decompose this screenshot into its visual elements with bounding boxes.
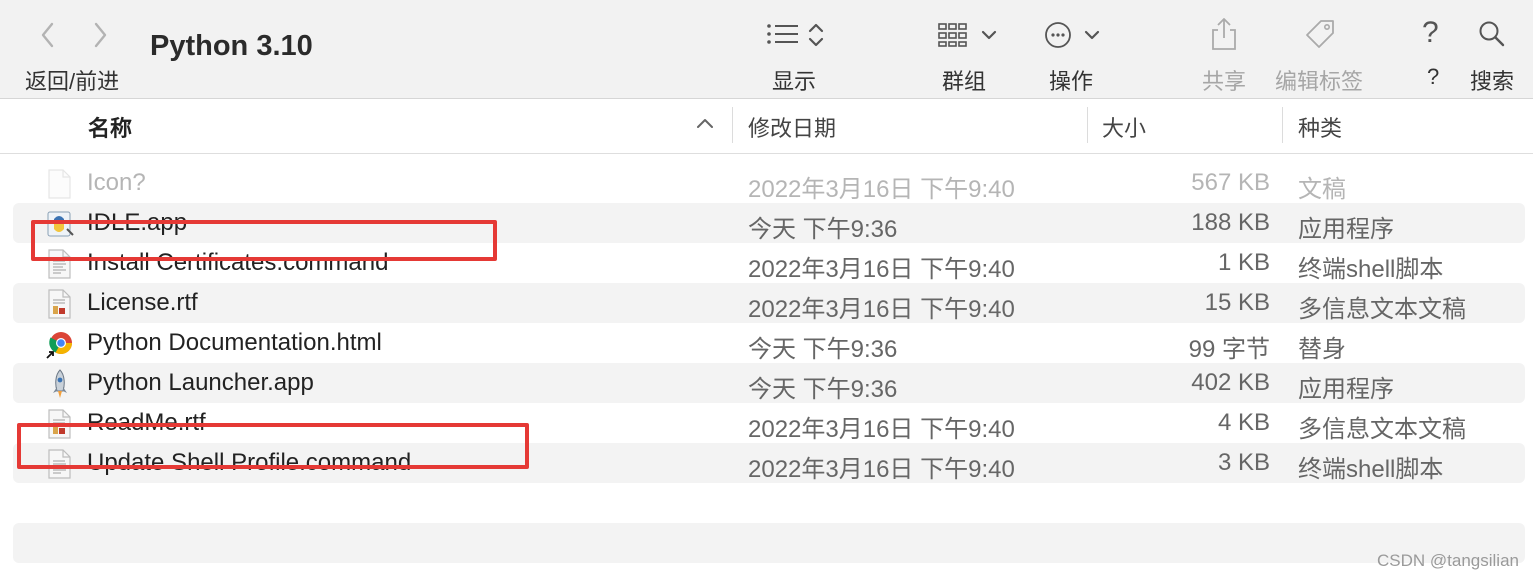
file-size: 402 KB [1191, 369, 1270, 396]
file-row[interactable]: IDLE.app 今天 下午9:36 188 KB 应用程序 [13, 203, 1525, 243]
search-label: 搜索 [1470, 69, 1515, 94]
file-name: IDLE.app [87, 209, 188, 236]
edit-tags-button[interactable]: 编辑标签 [1275, 0, 1370, 98]
sort-ascending-icon[interactable] [696, 116, 714, 135]
chevron-left-icon[interactable] [38, 20, 58, 50]
file-date: 2022年3月16日 下午9:40 [748, 416, 1015, 443]
window-title: Python 3.10 [150, 30, 313, 62]
search-button[interactable]: 搜索 [1468, 0, 1518, 98]
edit-tags-label: 编辑标签 [1275, 69, 1364, 94]
file-row[interactable]: Install Certificates.command 2022年3月16日 下… [13, 243, 1525, 283]
empty-row [13, 523, 1525, 563]
file-size: 4 KB [1217, 409, 1270, 436]
column-header: 名称 修改日期 大小 种类 [0, 99, 1533, 154]
file-date: 今天 下午9:36 [748, 336, 898, 363]
help-icon: ? [1422, 16, 1439, 49]
blank-document-icon [45, 169, 73, 199]
file-kind: 终端shell脚本 [1298, 256, 1444, 283]
idle-app-icon [45, 209, 74, 239]
file-size: 567 KB [1191, 169, 1270, 196]
group-button[interactable]: 群组 [935, 0, 1005, 98]
more-actions-icon [1043, 18, 1107, 57]
back-forward-label: 返回/前进 [25, 69, 120, 94]
chrome-alias-icon [45, 329, 73, 359]
watermark: CSDN @tangsilian [1377, 551, 1519, 570]
file-kind: 多信息文本文稿 [1298, 296, 1466, 323]
file-row[interactable]: Icon? 2022年3月16日 下午9:40 567 KB 文稿 [13, 163, 1525, 203]
file-size: 99 字节 [1188, 336, 1270, 363]
file-date: 2022年3月16日 下午9:40 [748, 176, 1015, 203]
group-label: 群组 [942, 69, 987, 94]
file-size: 1 KB [1217, 249, 1270, 276]
share-icon [1209, 16, 1239, 57]
column-divider[interactable] [1282, 107, 1283, 143]
file-kind: 多信息文本文稿 [1298, 416, 1466, 443]
search-icon [1478, 20, 1506, 53]
script-document-icon [45, 449, 73, 479]
file-row[interactable]: Update Shell Profile.command 2022年3月16日 下… [13, 443, 1525, 483]
file-kind: 终端shell脚本 [1298, 456, 1444, 483]
file-size: 188 KB [1191, 209, 1270, 236]
view-label: 显示 [772, 69, 817, 94]
rtf-document-icon [45, 409, 73, 439]
help-button[interactable]: ? ? [1418, 0, 1453, 98]
file-name: ReadMe.rtf [87, 409, 206, 436]
grid-group-icon [937, 18, 1001, 57]
file-size: 15 KB [1204, 289, 1270, 316]
toolbar: 返回/前进 Python 3.10 显示 群组 操作 共享 编辑标签 ? ? 搜… [0, 0, 1533, 99]
file-row[interactable]: Python Documentation.html 今天 下午9:36 99 字节 替… [13, 323, 1525, 363]
file-row[interactable]: License.rtf 2022年3月16日 下午9:40 15 KB 多信息文本文稿 [13, 283, 1525, 323]
column-header-size[interactable]: 大小 [1102, 111, 1146, 143]
action-button[interactable]: 操作 [1043, 0, 1113, 98]
column-divider[interactable] [732, 107, 733, 143]
script-document-icon [45, 249, 73, 279]
file-kind: 文稿 [1298, 176, 1346, 203]
file-name: Python Launcher.app [87, 369, 314, 396]
file-date: 今天 下午9:36 [748, 376, 898, 403]
file-name: License.rtf [87, 289, 198, 316]
file-date: 今天 下午9:36 [748, 216, 898, 243]
action-label: 操作 [1049, 69, 1094, 94]
rtf-document-icon [45, 289, 73, 319]
file-date: 2022年3月16日 下午9:40 [748, 256, 1015, 283]
file-name: Icon? [87, 169, 146, 196]
file-date: 2022年3月16日 下午9:40 [748, 456, 1015, 483]
share-button[interactable]: 共享 [1198, 0, 1253, 98]
column-header-name[interactable]: 名称 [88, 111, 132, 143]
file-name: Update Shell Profile.command [87, 449, 412, 476]
file-size: 3 KB [1217, 449, 1270, 476]
file-name: Install Certificates.command [87, 249, 389, 276]
file-row[interactable]: Python Launcher.app 今天 下午9:36 402 KB 应用程序 [13, 363, 1525, 403]
column-divider[interactable] [1087, 107, 1088, 143]
column-header-kind[interactable]: 种类 [1298, 111, 1342, 143]
file-kind: 替身 [1298, 336, 1346, 363]
view-button[interactable]: 显示 [760, 0, 835, 98]
file-kind: 应用程序 [1298, 376, 1394, 403]
file-name: Python Documentation.html [87, 329, 382, 356]
tag-icon [1303, 17, 1337, 56]
chevron-right-icon[interactable] [90, 20, 110, 50]
rocket-app-icon [45, 369, 73, 399]
file-row[interactable]: ReadMe.rtf 2022年3月16日 下午9:40 4 KB 多信息文本文稿 [13, 403, 1525, 443]
help-label: ? [1427, 64, 1440, 89]
column-header-date[interactable]: 修改日期 [748, 111, 836, 143]
file-kind: 应用程序 [1298, 216, 1394, 243]
share-label: 共享 [1202, 69, 1247, 94]
list-view-icon [766, 18, 828, 57]
file-date: 2022年3月16日 下午9:40 [748, 296, 1015, 323]
